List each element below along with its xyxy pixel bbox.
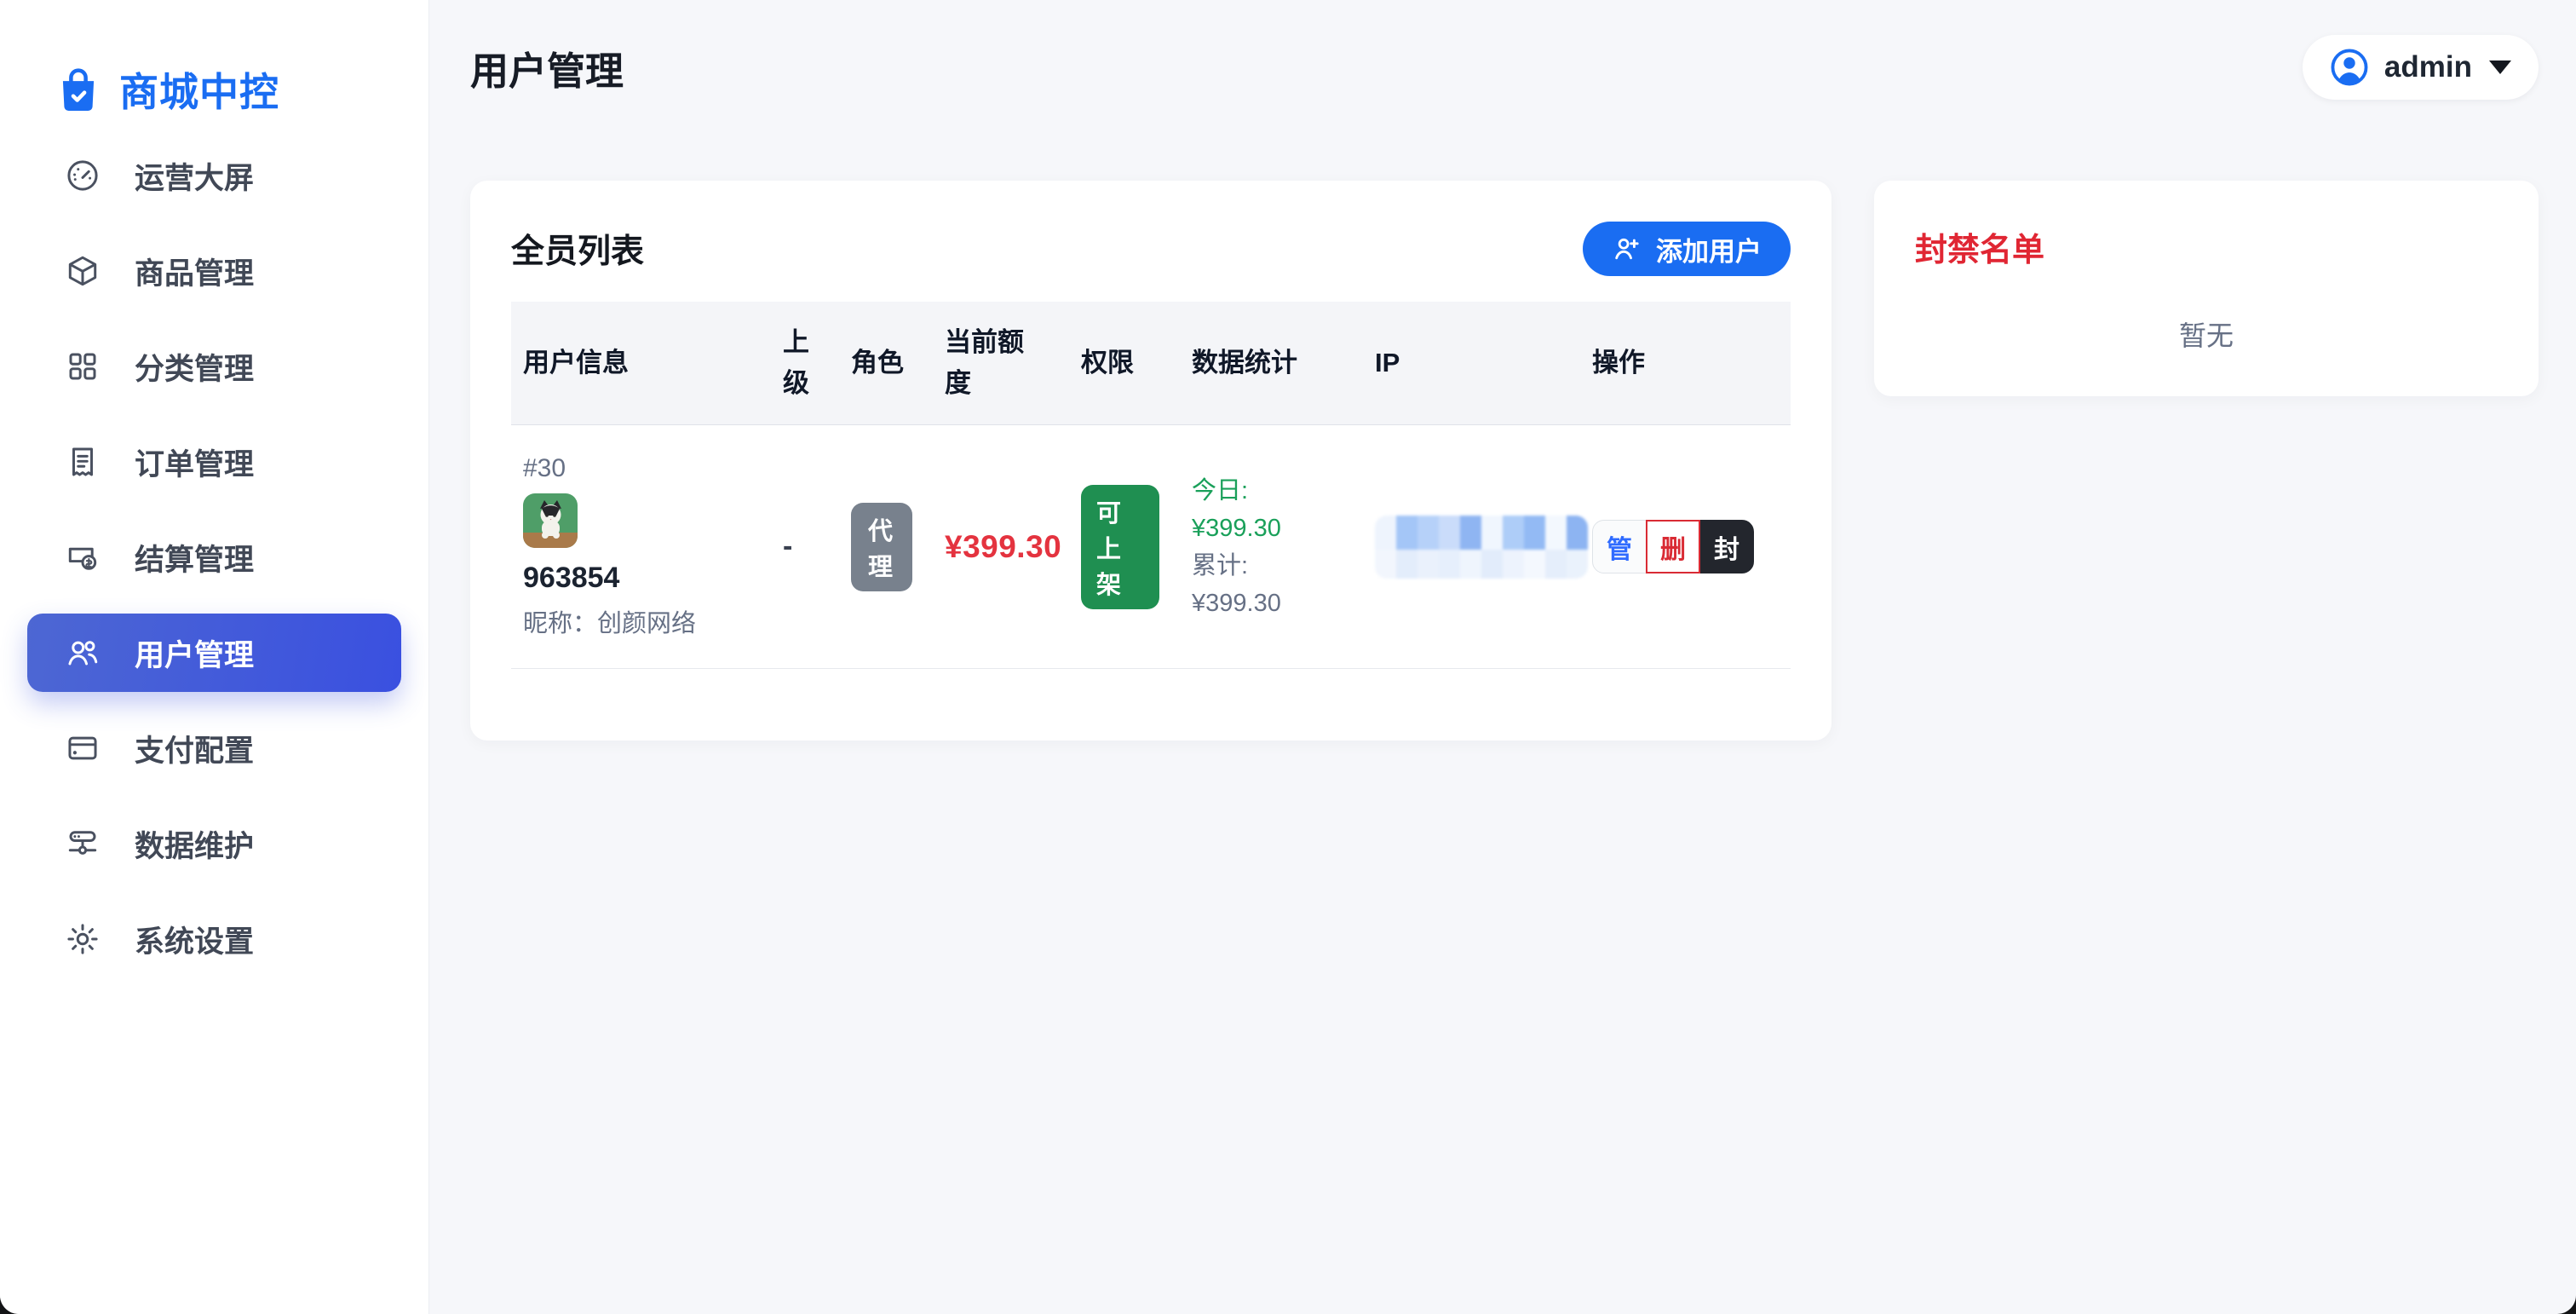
user-info-cell: #30 [511,425,771,668]
member-list-card: 全员列表 添加用户 用户信息 上级 角色 [470,181,1831,741]
add-user-label: 添加用户 [1656,230,1762,268]
brand-name: 商城中控 [119,61,279,118]
members-table: 用户信息 上级 角色 当前额度 权限 数据统计 IP 操作 #30 [511,302,1791,669]
sidebar-item-label: 运营大屏 [135,154,254,198]
users-icon [65,635,101,671]
sidebar-item-label: 系统设置 [135,918,254,961]
stats-cell: 今日: ¥399.30 累计: ¥399.30 [1180,472,1363,622]
actions-cell: 管 删 封 [1580,520,1791,573]
user-account: 963854 [523,562,750,595]
chevron-down-icon [2489,61,2511,74]
delete-button[interactable]: 删 [1646,520,1700,573]
app-window: 商城中控 运营大屏 [0,0,2576,1314]
shopping-bag-check-icon [56,66,101,113]
col-quota: 当前额度 [933,302,1069,424]
main-area: 用户管理 admin 全员列表 [429,0,2576,1314]
col-ip: IP [1363,322,1580,404]
stats-today-value: ¥399.30 [1192,510,1343,547]
sidebar-item-label: 商品管理 [135,250,254,293]
ip-cell [1363,516,1580,579]
user-plus-icon [1612,233,1642,264]
sidebar-item-order-management[interactable]: 订单管理 [27,423,401,501]
topbar: 用户管理 admin [470,34,2539,101]
upline-cell: - [771,530,839,563]
ban-list-title: 封禁名单 [1915,223,2498,270]
sidebar-item-label: 订单管理 [135,441,254,484]
category-grid-icon [65,349,101,384]
order-receipt-icon [65,444,101,480]
package-icon [65,253,101,289]
sidebar-item-system-settings[interactable]: 系统设置 [27,900,401,978]
settlement-money-icon [65,539,101,575]
sidebar-item-label: 支付配置 [135,727,254,770]
settings-gear-icon [65,921,101,957]
ip-redacted-blur [1375,516,1588,579]
ban-list-empty-text: 暂无 [1915,314,2498,354]
col-user-info: 用户信息 [511,322,771,404]
ban-list-card: 封禁名单 暂无 [1874,181,2539,396]
member-list-title: 全员列表 [511,225,644,273]
col-stats: 数据统计 [1180,322,1363,404]
manage-button[interactable]: 管 [1592,520,1647,573]
member-list-header: 全员列表 添加用户 [511,222,1791,276]
role-cell: 代理 [839,503,933,591]
role-badge: 代理 [851,503,912,591]
stats-total-label: 累计: [1192,547,1343,585]
content-row: 全员列表 添加用户 用户信息 上级 角色 [470,181,2539,741]
admin-user-menu[interactable]: admin [2303,35,2539,100]
sidebar-item-category-management[interactable]: 分类管理 [27,327,401,406]
sidebar-nav: 运营大屏 商品管理 [0,136,428,978]
sidebar-item-user-management[interactable]: 用户管理 [27,614,401,692]
payment-card-icon [65,730,101,766]
permission-badge: 可上架 [1081,485,1159,609]
sidebar: 商城中控 运营大屏 [0,0,429,1314]
sidebar-item-label: 数据维护 [135,822,254,866]
sidebar-item-data-maintenance[interactable]: 数据维护 [27,804,401,883]
data-server-icon [65,826,101,862]
permission-cell: 可上架 [1069,485,1180,609]
admin-username: admin [2384,50,2472,84]
quota-cell: ¥399.30 [933,529,1069,565]
user-id: #30 [523,454,750,483]
col-permission: 权限 [1069,322,1180,404]
dashboard-gauge-icon [65,158,101,193]
sidebar-item-operations-dashboard[interactable]: 运营大屏 [27,136,401,215]
sidebar-item-payment-config[interactable]: 支付配置 [27,709,401,787]
sidebar-item-label: 结算管理 [135,536,254,579]
user-nickname: 昵称：创颜网络 [523,603,750,639]
brand-logo: 商城中控 [0,0,428,136]
table-header-row: 用户信息 上级 角色 当前额度 权限 数据统计 IP 操作 [511,302,1791,425]
table-row: #30 [511,425,1791,669]
sidebar-item-settlement-management[interactable]: 结算管理 [27,518,401,596]
sidebar-item-label: 用户管理 [135,631,254,675]
user-avatar-icon [2330,48,2369,87]
stats-today-label: 今日: [1192,472,1343,510]
cat-avatar-image [523,493,578,548]
row-action-buttons: 管 删 封 [1592,520,1770,573]
ban-button[interactable]: 封 [1699,520,1754,573]
col-actions: 操作 [1580,322,1791,404]
col-upline: 上级 [771,302,839,424]
sidebar-item-label: 分类管理 [135,345,254,389]
user-avatar-photo [523,493,578,548]
col-role: 角色 [839,322,933,404]
stats-total-value: ¥399.30 [1192,585,1343,622]
quota-value: ¥399.30 [945,529,1061,564]
sidebar-item-product-management[interactable]: 商品管理 [27,232,401,310]
page-title: 用户管理 [470,40,624,95]
add-user-button[interactable]: 添加用户 [1583,222,1791,276]
